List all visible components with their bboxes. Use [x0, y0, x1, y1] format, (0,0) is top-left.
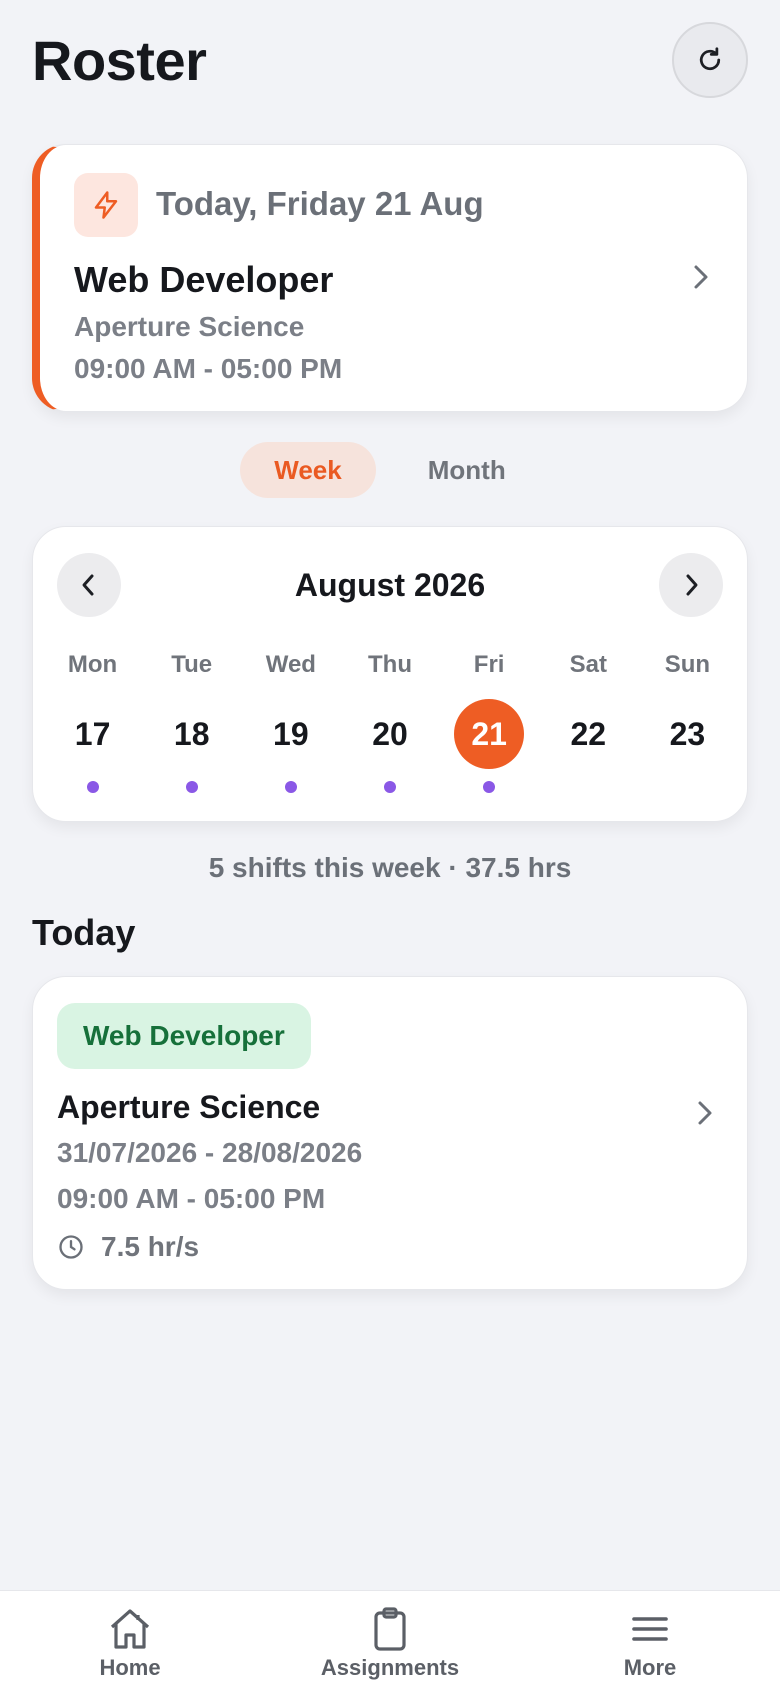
nav-home[interactable]: Home [30, 1605, 230, 1681]
role-badge: Web Developer [57, 1003, 311, 1069]
nav-assignments[interactable]: Assignments [290, 1605, 490, 1681]
view-toggle: Week Month [0, 442, 780, 498]
shift-dot [185, 781, 198, 793]
day-of-week: Mon [67, 651, 118, 678]
day-number: 19 [273, 715, 309, 752]
shift-date-range: 31/07/2026 - 28/08/2026 [57, 1137, 363, 1168]
today-time: 09:00 AM - 05:00 PM [74, 353, 343, 384]
day-number: 18 [173, 715, 210, 752]
week-summary: 5 shifts this week · 37.5 hrs [208, 852, 572, 883]
today-date-label: Today, Friday 21 Aug [156, 185, 484, 222]
chevron-right-icon [698, 1101, 712, 1125]
header: Roster [32, 22, 748, 102]
refresh-icon [699, 47, 721, 71]
day-number-selected: 21 [454, 699, 525, 769]
refresh-button[interactable] [672, 22, 748, 98]
shift-hours: 7.5 hr/s [57, 1231, 199, 1263]
day-of-week: Tue [171, 651, 213, 678]
section-title-today: Today [32, 912, 136, 953]
tab-month[interactable]: Month [394, 442, 540, 498]
day-number: 23 [669, 715, 706, 752]
shift-hours-value: 7.5 hr/s [101, 1231, 200, 1262]
clipboard-icon [374, 1607, 406, 1651]
day-mon[interactable]: Mon 17 [43, 651, 142, 793]
shift-time: 09:00 AM - 05:00 PM [57, 1183, 326, 1214]
day-of-week: Sat [569, 651, 607, 678]
day-of-week: Sun [664, 651, 711, 678]
nav-home-label: Home [99, 1655, 161, 1680]
day-of-week: Thu [368, 651, 412, 678]
month-title: August 2026 [294, 567, 486, 603]
day-sat[interactable]: Sat 22 [539, 651, 638, 793]
tab-week[interactable]: Week [240, 442, 376, 498]
bottom-nav: Home Assignments More [0, 1590, 780, 1689]
day-thu[interactable]: Thu 20 [340, 651, 439, 793]
today-shift-card[interactable]: Today, Friday 21 Aug Web Developer Apert… [32, 144, 748, 412]
page-title: Roster [32, 29, 207, 92]
next-week-button[interactable] [659, 553, 723, 617]
today-company: Aperture Science [74, 311, 305, 342]
shift-company: Aperture Science [57, 1089, 321, 1125]
chevron-right-icon [686, 574, 698, 596]
day-sun[interactable]: Sun 23 [638, 651, 737, 793]
shift-card[interactable]: Web Developer Aperture Science 31/07/202… [32, 976, 748, 1290]
day-number: 22 [570, 715, 607, 752]
day-of-week: Wed [265, 651, 316, 678]
menu-icon [632, 1617, 668, 1641]
shift-dot [383, 781, 396, 793]
week-days: Mon 17 Tue 18 Wed 19 Thu 20 Fri 21 Sat 2… [43, 651, 737, 793]
day-tue[interactable]: Tue 18 [142, 651, 241, 793]
shift-dot [284, 781, 297, 793]
day-wed[interactable]: Wed 19 [241, 651, 340, 793]
bolt-icon-box [74, 173, 138, 237]
week-calendar: August 2026 Mon 17 Tue 18 Wed 19 Thu 20 … [32, 526, 748, 822]
shift-dot [86, 781, 99, 793]
clock-icon [59, 1235, 83, 1259]
nav-assignments-label: Assignments [320, 1655, 460, 1680]
bolt-icon [94, 191, 118, 219]
day-fri[interactable]: Fri 21 [440, 651, 539, 793]
no-shift-placeholder [681, 781, 693, 793]
day-of-week: Fri [473, 651, 505, 678]
day-number: 20 [372, 715, 408, 752]
shift-dot [483, 781, 496, 793]
nav-more[interactable]: More [550, 1605, 750, 1681]
day-number: 17 [74, 715, 111, 752]
chevron-right-icon [694, 265, 708, 289]
today-role: Web Developer [74, 259, 334, 300]
nav-more-label: More [623, 1655, 677, 1680]
home-icon [110, 1609, 150, 1649]
no-shift-placeholder [582, 781, 594, 793]
